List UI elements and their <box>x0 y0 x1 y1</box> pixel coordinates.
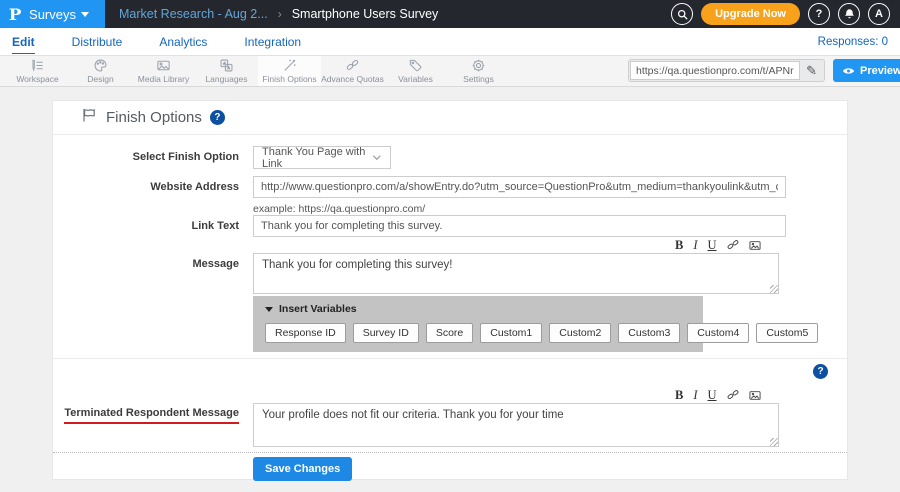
breadcrumb-folder[interactable]: Market Research - Aug 2... <box>119 7 268 21</box>
variable-custom5[interactable]: Custom5 <box>756 323 818 343</box>
variable-survey-id[interactable]: Survey ID <box>353 323 419 343</box>
tab-variables[interactable]: Variables <box>384 56 447 86</box>
terminated-editor-toolbar: B I U <box>675 389 761 402</box>
tab-settings[interactable]: Settings <box>447 56 510 86</box>
tab-analytics[interactable]: Analytics <box>159 30 207 53</box>
tab-workspace[interactable]: Workspace <box>6 56 69 86</box>
top-bar: P Surveys Market Research - Aug 2... › S… <box>0 0 900 28</box>
section-divider <box>53 358 847 359</box>
tag-icon <box>408 58 423 73</box>
survey-url-input[interactable] <box>630 61 800 80</box>
topbar-actions: Upgrade Now ? A <box>671 3 900 25</box>
media-library-icon <box>156 58 171 73</box>
underline-button[interactable]: U <box>708 389 717 402</box>
message-editor-toolbar: B I U <box>675 239 761 252</box>
page-title: Finish Options <box>106 109 202 126</box>
breadcrumb-survey-name: Smartphone Users Survey <box>292 7 439 21</box>
terminated-help-icon[interactable]: ? <box>813 364 828 379</box>
chain-link-icon <box>345 58 360 73</box>
caret-down-icon <box>265 307 273 312</box>
finish-options-help-icon[interactable]: ? <box>210 110 225 125</box>
variable-buttons-row: Response ID Survey ID Score Custom1 Cust… <box>265 323 691 343</box>
terminated-message-label: Terminated Respondent Message <box>53 407 239 424</box>
magic-wand-icon <box>282 58 297 73</box>
gear-icon <box>471 58 486 73</box>
chevron-down-icon <box>372 154 382 161</box>
message-resize-handle[interactable] <box>770 285 778 293</box>
link-button[interactable] <box>727 239 739 251</box>
website-address-hint: example: https://qa.questionpro.com/ <box>253 203 425 215</box>
bell-icon <box>844 8 855 20</box>
variable-custom4[interactable]: Custom4 <box>687 323 749 343</box>
finish-option-label: Select Finish Option <box>53 151 239 163</box>
notifications-button[interactable] <box>838 3 860 25</box>
italic-button[interactable]: I <box>693 239 697 252</box>
dotted-divider <box>53 452 847 453</box>
surveys-menu[interactable]: Surveys <box>29 7 89 22</box>
account-avatar[interactable]: A <box>868 3 890 25</box>
eye-icon <box>842 66 855 76</box>
tab-advance-quotas[interactable]: Advance Quotas <box>321 56 384 86</box>
tab-finish-options[interactable]: Finish Options <box>258 56 321 86</box>
survey-url-box: ✎ <box>628 59 825 82</box>
tab-integration[interactable]: Integration <box>244 30 301 53</box>
tab-design[interactable]: Design <box>69 56 132 86</box>
edit-url-icon[interactable]: ✎ <box>800 63 823 79</box>
finish-options-card: Finish Options ? Select Finish Option Th… <box>52 100 848 480</box>
survey-nav: Edit Distribute Analytics Integration Re… <box>0 28 900 56</box>
bold-button[interactable]: B <box>675 389 683 402</box>
insert-variables-toggle[interactable]: Insert Variables <box>265 303 691 315</box>
variable-custom2[interactable]: Custom2 <box>549 323 611 343</box>
message-textarea[interactable]: Thank you for completing this survey! <box>253 253 779 294</box>
palette-icon <box>93 58 108 73</box>
bold-button[interactable]: B <box>675 239 683 252</box>
terminated-resize-handle[interactable] <box>770 438 778 446</box>
message-label: Message <box>53 258 239 270</box>
tab-edit[interactable]: Edit <box>12 30 35 54</box>
chevron-down-icon <box>81 12 89 17</box>
breadcrumb-separator: › <box>278 7 282 21</box>
terminated-message-textarea[interactable]: Your profile does not fit our criteria. … <box>253 403 779 447</box>
search-icon <box>677 9 688 20</box>
app-window: P Surveys Market Research - Aug 2... › S… <box>0 0 900 492</box>
link-text-input[interactable] <box>253 215 786 237</box>
link-text-label: Link Text <box>53 220 239 232</box>
variable-custom3[interactable]: Custom3 <box>618 323 680 343</box>
tab-media-library[interactable]: Media Library <box>132 56 195 86</box>
workspace-icon <box>30 58 45 73</box>
image-button[interactable] <box>749 240 761 251</box>
italic-button[interactable]: I <box>693 389 697 402</box>
breadcrumb: Market Research - Aug 2... › Smartphone … <box>119 7 438 21</box>
help-button[interactable]: ? <box>808 3 830 25</box>
responses-count[interactable]: Responses: 0 <box>818 36 888 48</box>
main-content: Finish Options ? Select Finish Option Th… <box>0 87 900 492</box>
search-button[interactable] <box>671 3 693 25</box>
website-address-input[interactable] <box>253 176 786 198</box>
underline-button[interactable]: U <box>708 239 717 252</box>
link-button[interactable] <box>727 389 739 401</box>
website-address-label: Website Address <box>53 181 239 193</box>
save-changes-button[interactable]: Save Changes <box>253 457 352 481</box>
image-button[interactable] <box>749 390 761 401</box>
variable-response-id[interactable]: Response ID <box>265 323 346 343</box>
languages-icon <box>219 58 234 73</box>
questionpro-logo: P <box>9 5 22 24</box>
variable-custom1[interactable]: Custom1 <box>480 323 542 343</box>
product-switcher[interactable]: P Surveys <box>0 0 105 28</box>
tab-distribute[interactable]: Distribute <box>72 30 123 53</box>
upgrade-now-button[interactable]: Upgrade Now <box>701 3 800 25</box>
surveys-menu-label: Surveys <box>29 7 76 22</box>
insert-variables-panel: Insert Variables Response ID Survey ID S… <box>253 296 703 352</box>
flag-icon <box>81 107 98 128</box>
preview-button[interactable]: Preview <box>833 59 900 82</box>
card-header: Finish Options ? <box>53 101 847 135</box>
tab-languages[interactable]: Languages <box>195 56 258 86</box>
finish-option-select[interactable]: Thank You Page with Link <box>253 146 391 169</box>
variable-score[interactable]: Score <box>426 323 473 343</box>
